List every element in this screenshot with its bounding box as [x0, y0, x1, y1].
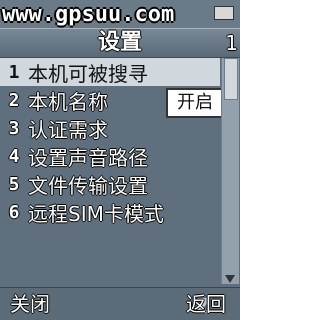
selected-value-popup[interactable]: 开启 [166, 88, 224, 118]
item-label: 本机可被搜寻 [28, 61, 148, 86]
item-label: 远程SIM卡模式 [28, 201, 164, 226]
title-indicator: 1 [225, 31, 238, 55]
item-label: 设置声音路径 [28, 145, 148, 170]
chevron-down-icon[interactable] [225, 275, 235, 283]
item-number: 3 [8, 117, 20, 139]
list-item[interactable]: 5 文件传输设置 [0, 170, 220, 198]
back-softkey[interactable]: 返回 [186, 288, 226, 320]
item-number: 6 [8, 201, 20, 223]
item-number: 4 [8, 145, 20, 167]
watermark-text: www.gpsuu.com [2, 2, 175, 27]
list-item[interactable]: 3 认证需求 [0, 114, 220, 142]
list-item[interactable]: 1 本机可被搜寻 [0, 58, 220, 86]
scrollbar[interactable] [221, 58, 239, 284]
phone-screen: www.gpsuu.com 设置 1 1 本机可被搜寻 2 本机名称 3 认证需… [0, 0, 240, 320]
item-number: 2 [8, 89, 20, 111]
battery-icon [214, 6, 234, 20]
list-item[interactable]: 6 远程SIM卡模式 [0, 198, 220, 226]
item-label: 本机名称 [28, 89, 108, 114]
item-label: 认证需求 [28, 117, 108, 142]
item-number: 5 [8, 173, 20, 195]
settings-list: 1 本机可被搜寻 2 本机名称 3 认证需求 4 设置声音路径 5 文件传输设置… [0, 58, 220, 226]
close-softkey[interactable]: 关闭 [10, 288, 50, 320]
status-bar: www.gpsuu.com [0, 0, 240, 28]
page-title: 设置 [97, 30, 142, 55]
list-item[interactable]: 4 设置声音路径 [0, 142, 220, 170]
title-bar: 设置 1 [0, 28, 240, 58]
item-label: 文件传输设置 [28, 173, 148, 198]
scroll-thumb[interactable] [224, 58, 238, 100]
softkey-bar: 关闭 Z 返回 [0, 287, 240, 320]
item-number: 1 [8, 61, 20, 83]
